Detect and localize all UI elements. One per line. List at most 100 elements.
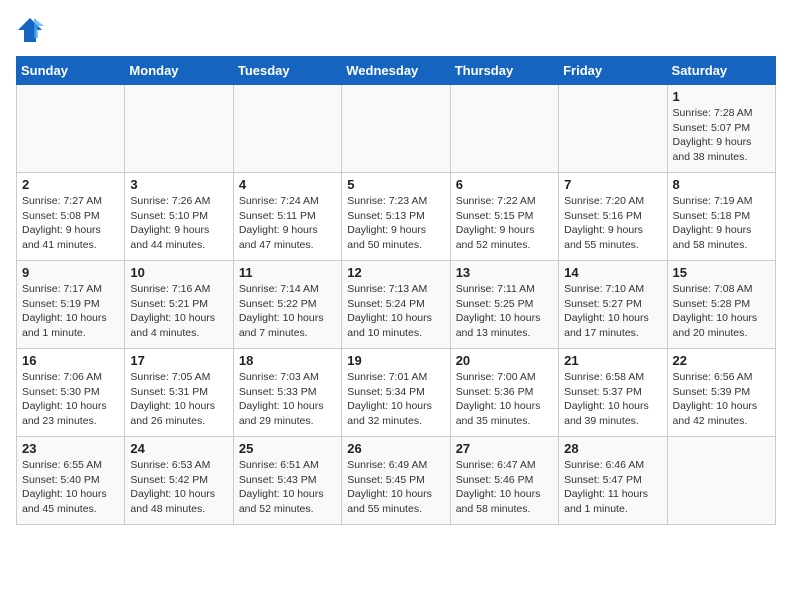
day-info: Sunrise: 7:27 AM Sunset: 5:08 PM Dayligh…: [22, 194, 119, 253]
day-info: Sunrise: 6:58 AM Sunset: 5:37 PM Dayligh…: [564, 370, 661, 429]
calendar-cell: 27 Sunrise: 6:47 AM Sunset: 5:46 PM Dayli…: [450, 437, 558, 525]
calendar-cell: [125, 85, 233, 173]
calendar-cell: [342, 85, 450, 173]
weekday-header-friday: Friday: [559, 57, 667, 85]
calendar-cell: 12 Sunrise: 7:13 AM Sunset: 5:24 PM Dayli…: [342, 261, 450, 349]
calendar-cell: 28 Sunrise: 6:46 AM Sunset: 5:47 PM Dayli…: [559, 437, 667, 525]
calendar-cell: 26 Sunrise: 6:49 AM Sunset: 5:45 PM Dayli…: [342, 437, 450, 525]
day-number: 1: [673, 89, 770, 104]
week-row-4: 16Sunrise: 7:06 AM Sunset: 5:30 PM Dayli…: [17, 349, 776, 437]
day-number: 19: [347, 353, 444, 368]
week-row-1: 1 Sunrise: 7:28 AM Sunset: 5:07 PM Daylig…: [17, 85, 776, 173]
day-number: 14: [564, 265, 661, 280]
calendar-cell: 8 Sunrise: 7:19 AM Sunset: 5:18 PM Daylig…: [667, 173, 775, 261]
day-number: 7: [564, 177, 661, 192]
day-info: Sunrise: 7:28 AM Sunset: 5:07 PM Dayligh…: [673, 106, 770, 165]
calendar-cell: 19 Sunrise: 7:01 AM Sunset: 5:34 PM Dayli…: [342, 349, 450, 437]
calendar-cell: 21 Sunrise: 6:58 AM Sunset: 5:37 PM Dayli…: [559, 349, 667, 437]
calendar-cell: 4 Sunrise: 7:24 AM Sunset: 5:11 PM Daylig…: [233, 173, 341, 261]
week-row-2: 2 Sunrise: 7:27 AM Sunset: 5:08 PM Daylig…: [17, 173, 776, 261]
calendar-cell: 25 Sunrise: 6:51 AM Sunset: 5:43 PM Dayli…: [233, 437, 341, 525]
day-info: Sunrise: 6:46 AM Sunset: 5:47 PM Dayligh…: [564, 458, 661, 517]
day-info: Sunrise: 7:00 AM Sunset: 5:36 PM Dayligh…: [456, 370, 553, 429]
day-number: 22: [673, 353, 770, 368]
day-info: Sunrise: 7:14 AM Sunset: 5:22 PM Dayligh…: [239, 282, 336, 341]
day-number: 10: [130, 265, 227, 280]
day-info: Sunrise: 7:17 AM Sunset: 5:19 PM Dayligh…: [22, 282, 119, 341]
day-number: 11: [239, 265, 336, 280]
calendar-cell: 13 Sunrise: 7:11 AM Sunset: 5:25 PM Dayli…: [450, 261, 558, 349]
calendar-cell: 3Sunrise: 7:26 AM Sunset: 5:10 PM Daylig…: [125, 173, 233, 261]
calendar-cell: 16Sunrise: 7:06 AM Sunset: 5:30 PM Dayli…: [17, 349, 125, 437]
week-row-3: 9 Sunrise: 7:17 AM Sunset: 5:19 PM Daylig…: [17, 261, 776, 349]
day-info: Sunrise: 7:16 AM Sunset: 5:21 PM Dayligh…: [130, 282, 227, 341]
day-info: Sunrise: 7:22 AM Sunset: 5:15 PM Dayligh…: [456, 194, 553, 253]
day-number: 4: [239, 177, 336, 192]
day-info: Sunrise: 7:10 AM Sunset: 5:27 PM Dayligh…: [564, 282, 661, 341]
calendar-cell: 11 Sunrise: 7:14 AM Sunset: 5:22 PM Dayli…: [233, 261, 341, 349]
day-number: 26: [347, 441, 444, 456]
calendar-cell: 18 Sunrise: 7:03 AM Sunset: 5:33 PM Dayli…: [233, 349, 341, 437]
weekday-header-row: SundayMondayTuesdayWednesdayThursdayFrid…: [17, 57, 776, 85]
weekday-header-sunday: Sunday: [17, 57, 125, 85]
day-info: Sunrise: 7:03 AM Sunset: 5:33 PM Dayligh…: [239, 370, 336, 429]
calendar-cell: 23Sunrise: 6:55 AM Sunset: 5:40 PM Dayli…: [17, 437, 125, 525]
calendar-cell: [233, 85, 341, 173]
calendar-cell: 7Sunrise: 7:20 AM Sunset: 5:16 PM Daylig…: [559, 173, 667, 261]
calendar-cell: 6 Sunrise: 7:22 AM Sunset: 5:15 PM Daylig…: [450, 173, 558, 261]
calendar-cell: 9 Sunrise: 7:17 AM Sunset: 5:19 PM Daylig…: [17, 261, 125, 349]
day-number: 28: [564, 441, 661, 456]
day-number: 12: [347, 265, 444, 280]
day-info: Sunrise: 7:13 AM Sunset: 5:24 PM Dayligh…: [347, 282, 444, 341]
day-number: 18: [239, 353, 336, 368]
day-number: 27: [456, 441, 553, 456]
day-info: Sunrise: 7:08 AM Sunset: 5:28 PM Dayligh…: [673, 282, 770, 341]
day-info: Sunrise: 7:26 AM Sunset: 5:10 PM Dayligh…: [130, 194, 227, 253]
header: [16, 16, 776, 44]
calendar-cell: [559, 85, 667, 173]
day-info: Sunrise: 6:51 AM Sunset: 5:43 PM Dayligh…: [239, 458, 336, 517]
day-info: Sunrise: 6:55 AM Sunset: 5:40 PM Dayligh…: [22, 458, 119, 517]
day-number: 20: [456, 353, 553, 368]
day-number: 5: [347, 177, 444, 192]
calendar-cell: 1 Sunrise: 7:28 AM Sunset: 5:07 PM Daylig…: [667, 85, 775, 173]
day-info: Sunrise: 7:23 AM Sunset: 5:13 PM Dayligh…: [347, 194, 444, 253]
day-number: 25: [239, 441, 336, 456]
day-number: 6: [456, 177, 553, 192]
day-number: 16: [22, 353, 119, 368]
day-number: 13: [456, 265, 553, 280]
day-info: Sunrise: 7:19 AM Sunset: 5:18 PM Dayligh…: [673, 194, 770, 253]
day-info: Sunrise: 6:53 AM Sunset: 5:42 PM Dayligh…: [130, 458, 227, 517]
weekday-header-saturday: Saturday: [667, 57, 775, 85]
calendar-cell: 14 Sunrise: 7:10 AM Sunset: 5:27 PM Dayli…: [559, 261, 667, 349]
calendar-cell: 2 Sunrise: 7:27 AM Sunset: 5:08 PM Daylig…: [17, 173, 125, 261]
day-info: Sunrise: 6:47 AM Sunset: 5:46 PM Dayligh…: [456, 458, 553, 517]
weekday-header-thursday: Thursday: [450, 57, 558, 85]
logo-icon: [16, 16, 44, 44]
calendar-cell: 24 Sunrise: 6:53 AM Sunset: 5:42 PM Dayli…: [125, 437, 233, 525]
calendar-cell: 20 Sunrise: 7:00 AM Sunset: 5:36 PM Dayli…: [450, 349, 558, 437]
logo: [16, 16, 48, 44]
day-number: 8: [673, 177, 770, 192]
calendar-table: SundayMondayTuesdayWednesdayThursdayFrid…: [16, 56, 776, 525]
day-info: Sunrise: 6:56 AM Sunset: 5:39 PM Dayligh…: [673, 370, 770, 429]
day-info: Sunrise: 7:01 AM Sunset: 5:34 PM Dayligh…: [347, 370, 444, 429]
day-info: Sunrise: 7:11 AM Sunset: 5:25 PM Dayligh…: [456, 282, 553, 341]
calendar-cell: 10 Sunrise: 7:16 AM Sunset: 5:21 PM Dayli…: [125, 261, 233, 349]
weekday-header-wednesday: Wednesday: [342, 57, 450, 85]
week-row-5: 23Sunrise: 6:55 AM Sunset: 5:40 PM Dayli…: [17, 437, 776, 525]
calendar-cell: 5 Sunrise: 7:23 AM Sunset: 5:13 PM Daylig…: [342, 173, 450, 261]
calendar-cell: [17, 85, 125, 173]
calendar-cell: 22 Sunrise: 6:56 AM Sunset: 5:39 PM Dayli…: [667, 349, 775, 437]
day-info: Sunrise: 7:24 AM Sunset: 5:11 PM Dayligh…: [239, 194, 336, 253]
day-info: Sunrise: 6:49 AM Sunset: 5:45 PM Dayligh…: [347, 458, 444, 517]
day-number: 24: [130, 441, 227, 456]
day-number: 9: [22, 265, 119, 280]
calendar-cell: 15 Sunrise: 7:08 AM Sunset: 5:28 PM Dayli…: [667, 261, 775, 349]
calendar-cell: [667, 437, 775, 525]
day-number: 15: [673, 265, 770, 280]
calendar-cell: [450, 85, 558, 173]
calendar-cell: 17Sunrise: 7:05 AM Sunset: 5:31 PM Dayli…: [125, 349, 233, 437]
day-number: 21: [564, 353, 661, 368]
day-number: 2: [22, 177, 119, 192]
